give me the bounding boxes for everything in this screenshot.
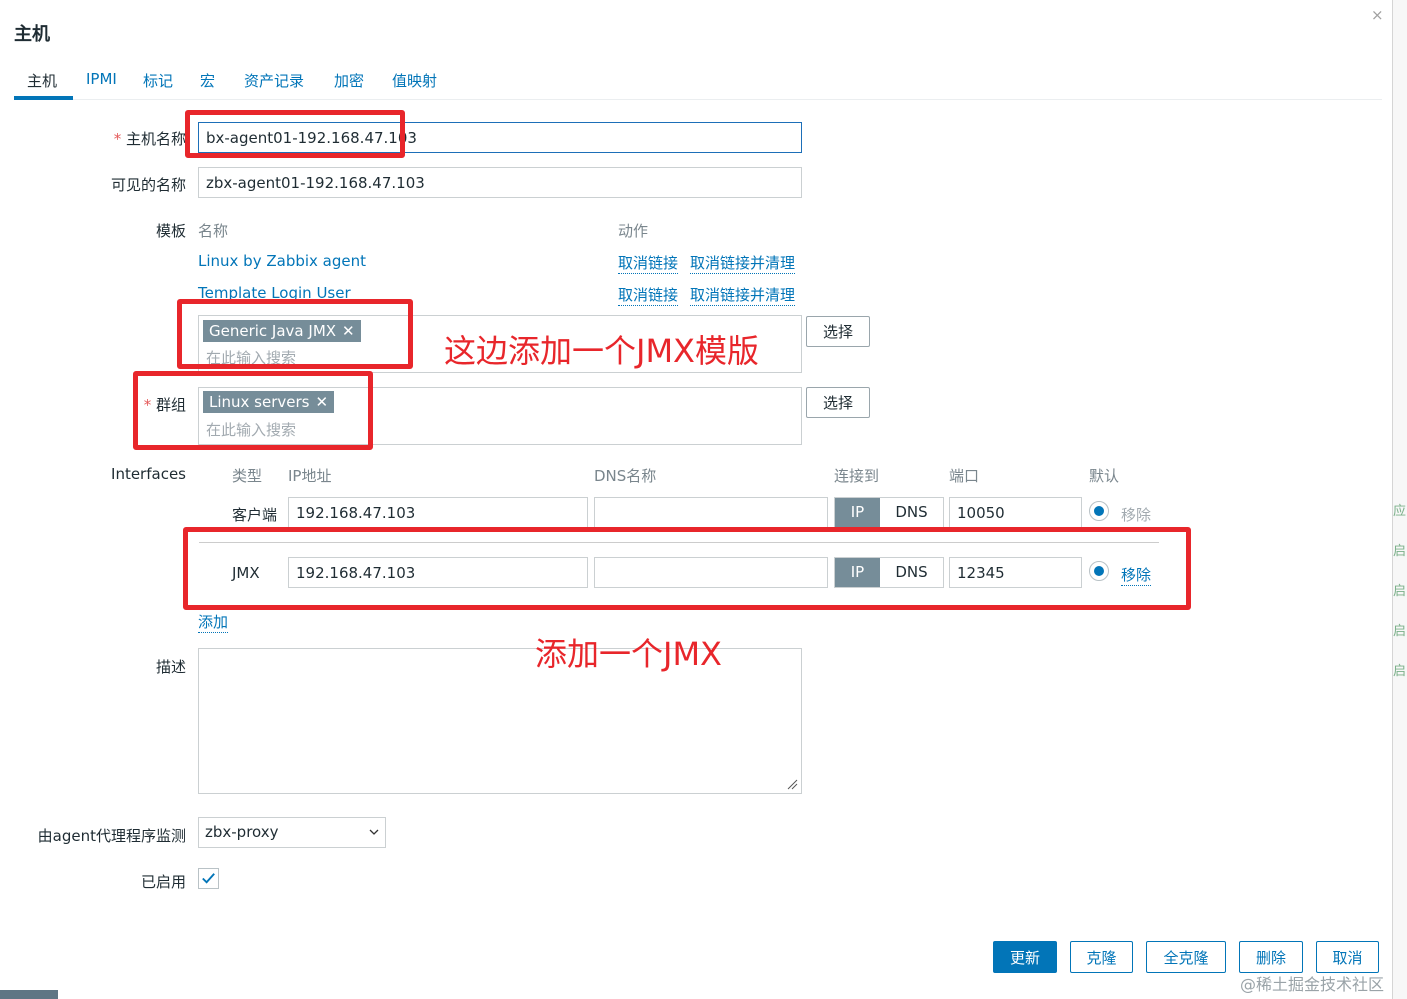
close-icon[interactable]: × — [1371, 6, 1384, 24]
iface-type-label: 客户端 — [232, 506, 278, 524]
watermark: @稀土掘金技术社区 — [1240, 975, 1385, 994]
hostname-label: * 主机名称 — [100, 128, 186, 149]
unlink-link[interactable]: 取消链接 — [618, 252, 679, 274]
template-link[interactable]: Linux by Zabbix agent — [198, 252, 366, 270]
template-highlight-box — [177, 299, 413, 369]
background-glyph: 启 — [1393, 624, 1407, 639]
resize-grip-icon[interactable] — [786, 778, 798, 790]
background-glyph: 启 — [1393, 664, 1407, 679]
tab-inventory[interactable]: 资产记录 — [244, 70, 304, 91]
background-glyph: 启 — [1393, 544, 1407, 559]
template-annotation: 这边添加一个JMX模版 — [444, 332, 759, 370]
template-select-button[interactable]: 选择 — [806, 316, 870, 347]
tab-host[interactable]: 主机 — [27, 70, 57, 91]
proxy-label: 由agent代理程序监测 — [37, 827, 186, 845]
enabled-label: 已启用 — [140, 873, 186, 891]
check-icon — [202, 873, 215, 884]
active-tab-indicator — [14, 96, 73, 100]
iface-col-type: 类型 — [232, 467, 263, 485]
iface-col-port: 端口 — [949, 467, 980, 485]
background-glyph: 启 — [1393, 584, 1407, 599]
clone-button[interactable]: 克隆 — [1070, 941, 1133, 973]
chevron-down-icon — [369, 829, 379, 835]
tab-tags[interactable]: 标记 — [143, 70, 173, 91]
description-label: 描述 — [155, 658, 186, 676]
enabled-checkbox[interactable] — [198, 868, 219, 889]
tabs-divider — [14, 99, 1382, 100]
templates-label: 模板 — [155, 222, 186, 240]
iface-dns-input[interactable] — [594, 497, 828, 528]
tab-value-mapping[interactable]: 值映射 — [392, 70, 437, 91]
hostname-highlight-box — [185, 110, 405, 158]
delete-button[interactable]: 删除 — [1239, 941, 1303, 973]
dialog-title: 主机 — [14, 24, 50, 45]
iface-remove-disabled: 移除 — [1121, 506, 1152, 524]
unlink-link[interactable]: 取消链接 — [618, 284, 679, 306]
add-interface-link[interactable]: 添加 — [198, 611, 229, 633]
background-page-edge — [0, 990, 58, 999]
jmx-annotation: 添加一个JMX — [535, 635, 722, 673]
connect-dns-option[interactable]: DNS — [880, 498, 943, 527]
tab-macros[interactable]: 宏 — [200, 70, 215, 91]
hostname-label-text: 主机名称 — [125, 130, 186, 148]
unlink-clear-link[interactable]: 取消链接并清理 — [690, 284, 796, 306]
full-clone-button[interactable]: 全克隆 — [1146, 941, 1226, 973]
iface-connect-toggle[interactable]: IP DNS — [834, 497, 944, 528]
connect-ip-option[interactable]: IP — [835, 498, 880, 527]
required-mark: * — [113, 130, 122, 148]
iface-col-connect: 连接到 — [834, 467, 880, 485]
iface-col-dns: DNS名称 — [594, 467, 657, 485]
iface-default-radio[interactable] — [1089, 501, 1109, 521]
group-select-button[interactable]: 选择 — [806, 387, 870, 418]
cancel-button[interactable]: 取消 — [1316, 941, 1379, 973]
iface-port-input[interactable] — [949, 497, 1082, 528]
templates-col-action: 动作 — [618, 222, 649, 240]
update-button[interactable]: 更新 — [993, 941, 1057, 973]
tab-ipmi[interactable]: IPMI — [86, 70, 117, 88]
background-page-strip: 应 启 启 启 启 — [1393, 0, 1407, 999]
unlink-clear-link[interactable]: 取消链接并清理 — [690, 252, 796, 274]
radio-dot — [1094, 506, 1104, 516]
interfaces-label: Interfaces — [111, 465, 186, 483]
visible-name-label: 可见的名称 — [110, 176, 186, 194]
jmx-interface-highlight-box — [183, 527, 1191, 610]
background-glyph: 应 — [1393, 504, 1407, 519]
iface-ip-input[interactable] — [288, 497, 588, 528]
visible-name-input[interactable] — [198, 167, 802, 198]
templates-col-name: 名称 — [198, 222, 229, 240]
iface-col-default: 默认 — [1089, 467, 1120, 485]
proxy-select[interactable]: zbx-proxy — [198, 817, 386, 848]
proxy-select-value: zbx-proxy — [205, 823, 279, 841]
group-highlight-box — [133, 371, 373, 450]
iface-col-ip: IP地址 — [288, 467, 332, 485]
tab-encryption[interactable]: 加密 — [334, 70, 364, 91]
